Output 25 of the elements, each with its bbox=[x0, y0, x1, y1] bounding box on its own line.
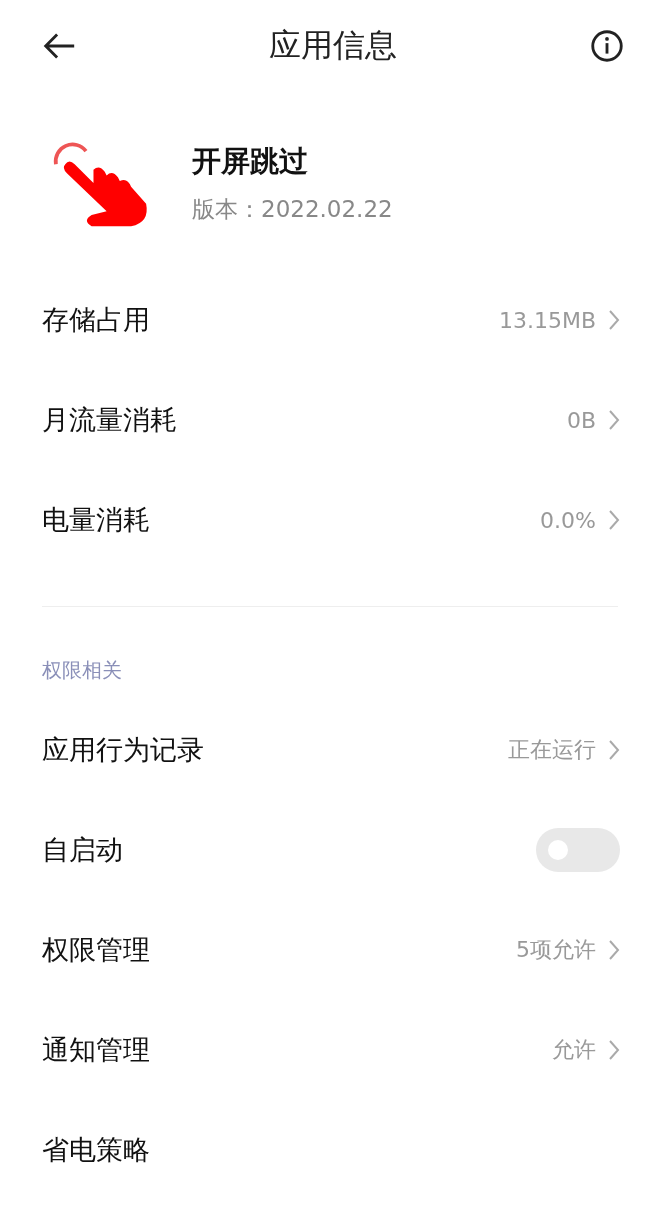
setting-label[interactable]: 自启动 bbox=[42, 832, 536, 868]
chevron-icon[interactable] bbox=[608, 408, 620, 432]
setting-label[interactable]: 电量消耗 bbox=[42, 502, 541, 538]
chevron-icon[interactable] bbox=[608, 1038, 620, 1062]
setting-label[interactable]: 省电策略 bbox=[42, 1132, 620, 1168]
setting-label[interactable]: 权限管理 bbox=[42, 932, 516, 968]
setting-value: 允许 bbox=[552, 1036, 596, 1064]
chevron-icon[interactable] bbox=[608, 508, 620, 532]
setting-label[interactable]: 通知管理 bbox=[42, 1032, 552, 1068]
chevron-icon[interactable] bbox=[608, 738, 620, 762]
info-icon[interactable] bbox=[588, 27, 626, 65]
setting-value: 13.15MB bbox=[498, 307, 596, 333]
chevron-icon[interactable] bbox=[608, 308, 620, 332]
section-heading: 权限相关 bbox=[41, 657, 123, 684]
setting-label[interactable]: 存储占用 bbox=[42, 302, 499, 338]
app-version: 版本：2022.02.22 bbox=[192, 194, 393, 224]
chevron-icon[interactable] bbox=[608, 938, 620, 962]
setting-value: 0.0% bbox=[540, 507, 596, 533]
setting-value: 正在运行 bbox=[508, 736, 596, 764]
setting-value: 5项允许 bbox=[516, 936, 596, 964]
setting-label[interactable]: 应用行为记录 bbox=[42, 732, 508, 768]
setting-value: 0B bbox=[566, 407, 596, 433]
app-name: 开屏跳过 bbox=[192, 142, 309, 180]
setting-label[interactable]: 月流量消耗 bbox=[42, 402, 567, 438]
page-title: 应用信息 bbox=[269, 25, 397, 66]
